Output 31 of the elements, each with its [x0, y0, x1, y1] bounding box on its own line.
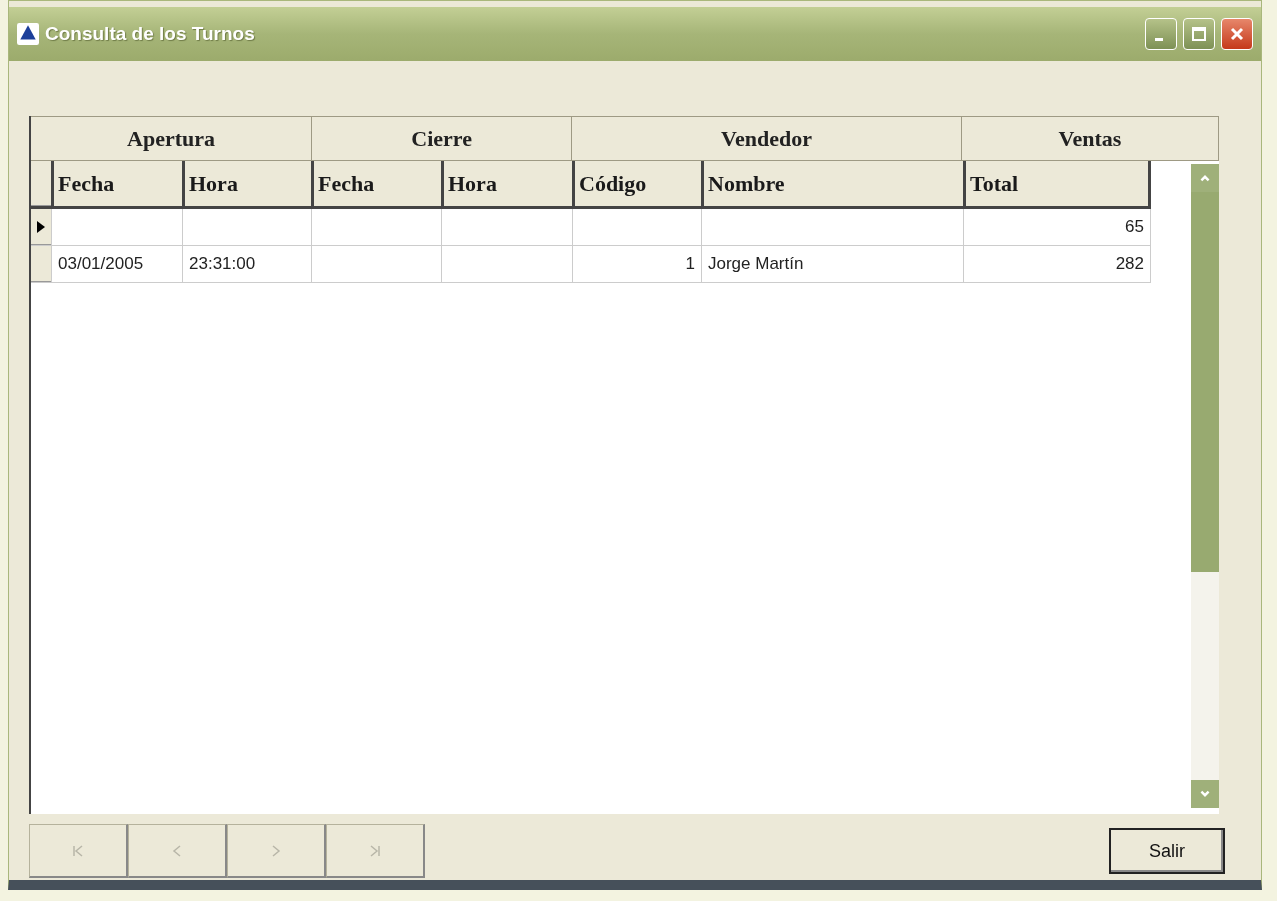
group-header: Cierre: [312, 116, 573, 161]
scroll-thumb[interactable]: [1191, 192, 1219, 572]
group-header: Apertura: [31, 116, 313, 161]
table-cell: Jorge Martín: [708, 254, 804, 274]
group-header: Vendedor: [572, 116, 962, 161]
maximize-icon: [1189, 24, 1209, 44]
column-header[interactable]: Código: [572, 161, 701, 206]
column-header[interactable]: Total: [963, 161, 1151, 206]
column-header[interactable]: Fecha: [311, 161, 441, 206]
minimize-icon: [1155, 37, 1163, 41]
table-cell: 23:31:00: [189, 254, 256, 274]
pointer-icon: [37, 220, 45, 233]
table-cell: 03/01/2005: [58, 254, 144, 274]
exit-button[interactable]: Salir: [1109, 828, 1225, 874]
row-indicator[interactable]: [31, 209, 51, 245]
maximize-button[interactable]: [1183, 18, 1215, 50]
window-title: Consulta de los Turnos: [45, 23, 255, 45]
table-cell: 65: [1125, 217, 1144, 237]
column-header[interactable]: Hora: [441, 161, 572, 206]
close-button[interactable]: [1221, 18, 1253, 50]
scroll-up-button[interactable]: [1191, 164, 1219, 192]
column-header[interactable]: Hora: [182, 161, 311, 206]
group-header: Ventas: [961, 116, 1219, 161]
app-icon: [17, 23, 39, 45]
table-cell: 282: [1115, 254, 1144, 274]
table-cell: 1: [685, 254, 695, 274]
minimize-button[interactable]: [1145, 18, 1177, 50]
scrollbar[interactable]: [1191, 164, 1219, 808]
column-header[interactable]: Nombre: [701, 161, 963, 206]
column-header[interactable]: Fecha: [51, 161, 182, 206]
scroll-down-button[interactable]: [1191, 780, 1219, 808]
